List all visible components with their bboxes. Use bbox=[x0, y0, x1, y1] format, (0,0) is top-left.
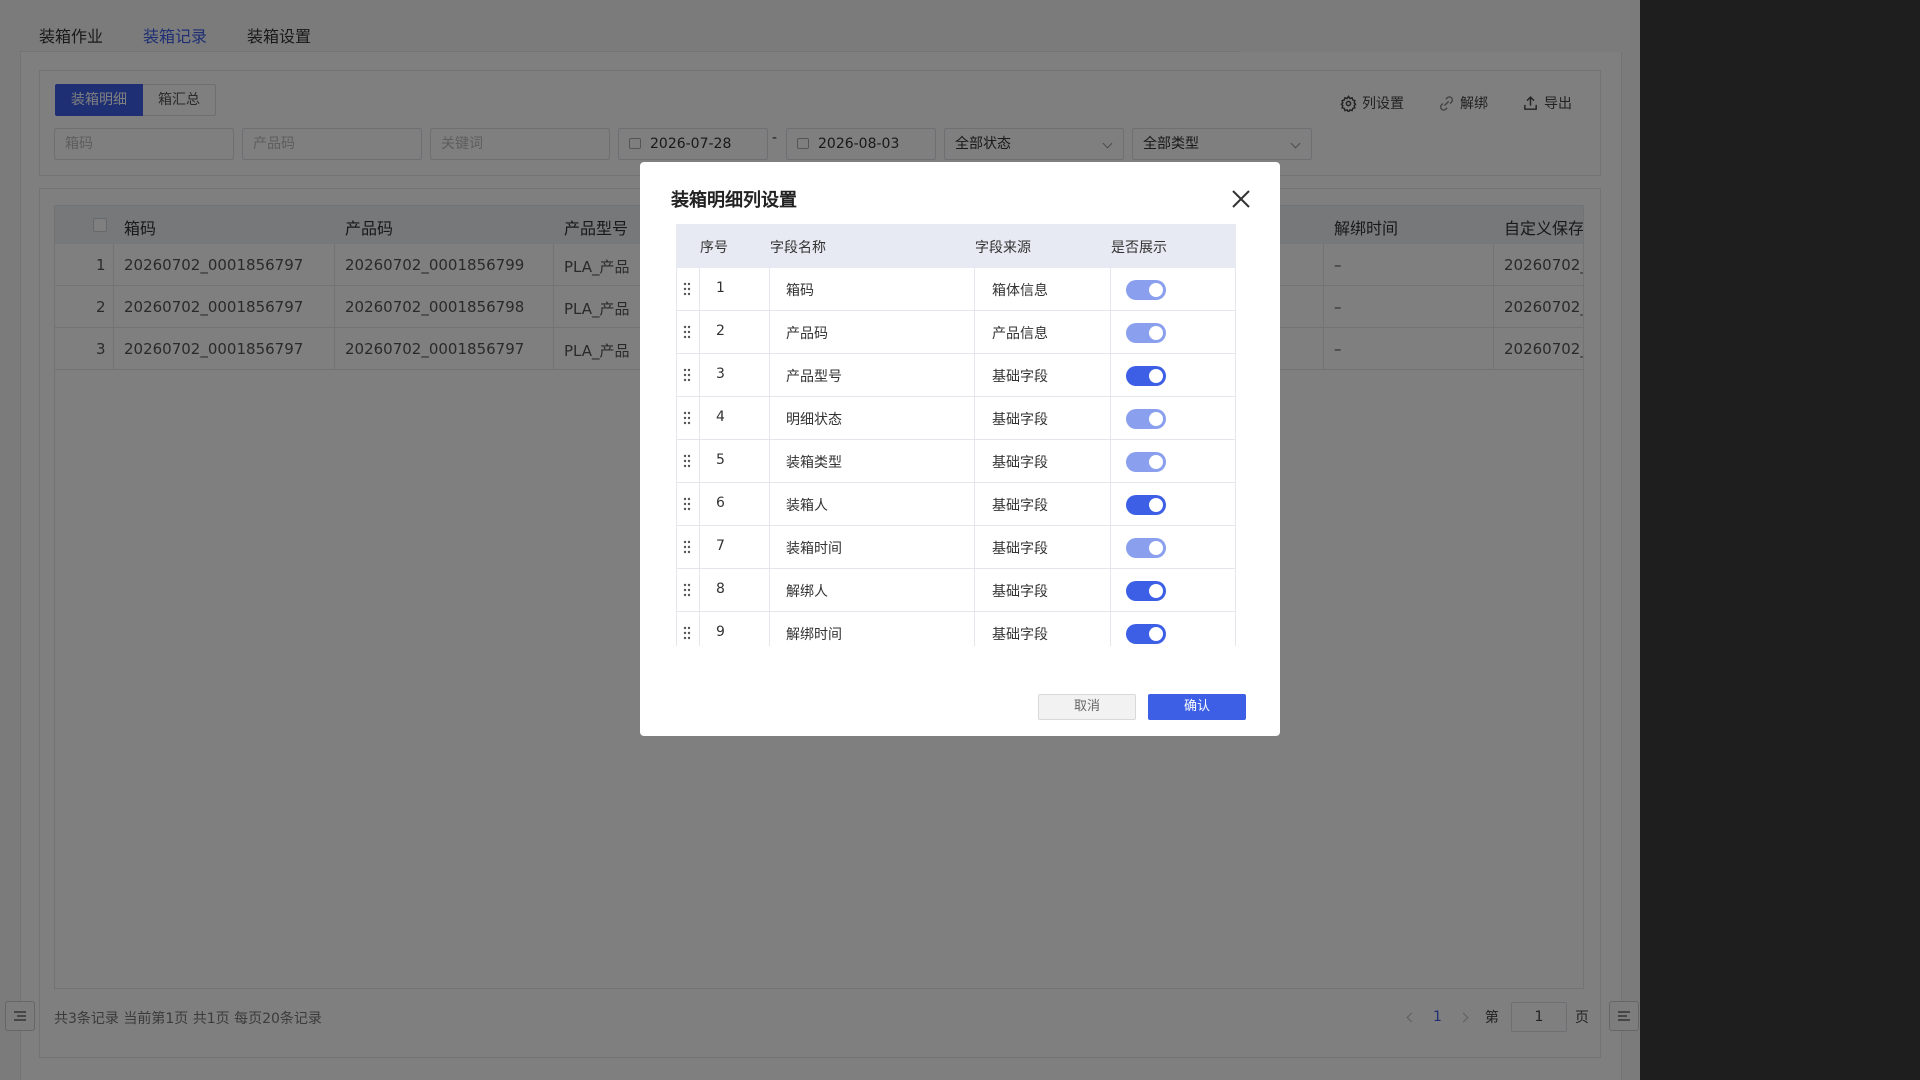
column-settings-table: 序号 字段名称 字段来源 是否展示 1 箱码 箱体信息 2 产品码 产品信息 3 产品型号 基础… bbox=[676, 224, 1236, 646]
show-toggle[interactable] bbox=[1126, 624, 1166, 644]
dialog-title: 装箱明细列设置 bbox=[671, 190, 797, 211]
drag-handle-icon[interactable] bbox=[683, 454, 691, 468]
show-toggle[interactable] bbox=[1126, 452, 1166, 472]
row-field-source: 基础字段 bbox=[992, 541, 1048, 557]
row-index: 9 bbox=[716, 624, 725, 640]
show-toggle[interactable] bbox=[1126, 409, 1166, 429]
row-field-name: 箱码 bbox=[786, 283, 814, 299]
row-index: 1 bbox=[716, 280, 725, 296]
row-field-source: 基础字段 bbox=[992, 455, 1048, 471]
dark-side-area bbox=[1640, 0, 1920, 1080]
show-toggle[interactable] bbox=[1126, 538, 1166, 558]
column-setting-row[interactable]: 6 装箱人 基础字段 bbox=[676, 483, 1236, 526]
show-toggle[interactable] bbox=[1126, 280, 1166, 300]
column-settings-header: 序号 字段名称 字段来源 是否展示 bbox=[676, 224, 1236, 268]
confirm-button[interactable]: 确认 bbox=[1148, 694, 1246, 720]
drag-handle-icon[interactable] bbox=[683, 497, 691, 511]
show-toggle[interactable] bbox=[1126, 495, 1166, 515]
header-show: 是否展示 bbox=[1111, 240, 1167, 256]
drag-handle-icon[interactable] bbox=[683, 325, 691, 339]
drag-handle-icon[interactable] bbox=[683, 368, 691, 382]
header-index: 序号 bbox=[700, 240, 728, 256]
column-setting-row[interactable]: 4 明细状态 基础字段 bbox=[676, 397, 1236, 440]
drag-handle-icon[interactable] bbox=[683, 540, 691, 554]
header-field-source: 字段来源 bbox=[975, 240, 1031, 256]
row-field-name: 装箱人 bbox=[786, 498, 828, 514]
row-index: 2 bbox=[716, 323, 725, 339]
row-field-name: 产品型号 bbox=[786, 369, 842, 385]
show-toggle[interactable] bbox=[1126, 323, 1166, 343]
row-field-source: 基础字段 bbox=[992, 412, 1048, 428]
row-field-name: 装箱类型 bbox=[786, 455, 842, 471]
drag-handle-icon[interactable] bbox=[683, 282, 691, 296]
column-divider bbox=[699, 268, 700, 646]
row-field-source: 基础字段 bbox=[992, 627, 1048, 643]
row-index: 4 bbox=[716, 409, 725, 425]
column-settings-dialog: 装箱明细列设置 序号 字段名称 字段来源 是否展示 1 箱码 箱体信息 2 产品码 产品信… bbox=[640, 162, 1280, 736]
column-setting-row[interactable]: 5 装箱类型 基础字段 bbox=[676, 440, 1236, 483]
drag-handle-icon[interactable] bbox=[683, 411, 691, 425]
column-setting-row[interactable]: 9 解绑时间 基础字段 bbox=[676, 612, 1236, 646]
column-divider bbox=[974, 268, 975, 646]
row-index: 7 bbox=[716, 538, 725, 554]
column-setting-row[interactable]: 8 解绑人 基础字段 bbox=[676, 569, 1236, 612]
show-toggle[interactable] bbox=[1126, 581, 1166, 601]
column-divider bbox=[1110, 268, 1111, 646]
row-field-source: 产品信息 bbox=[992, 326, 1048, 342]
column-setting-row[interactable]: 3 产品型号 基础字段 bbox=[676, 354, 1236, 397]
row-index: 8 bbox=[716, 581, 725, 597]
row-field-name: 产品码 bbox=[786, 326, 828, 342]
row-field-name: 解绑人 bbox=[786, 584, 828, 600]
column-divider bbox=[676, 268, 677, 646]
row-field-name: 明细状态 bbox=[786, 412, 842, 428]
drag-handle-icon[interactable] bbox=[683, 583, 691, 597]
cancel-button[interactable]: 取消 bbox=[1038, 694, 1136, 720]
header-field-name: 字段名称 bbox=[770, 240, 826, 256]
row-field-source: 基础字段 bbox=[992, 584, 1048, 600]
row-field-source: 箱体信息 bbox=[992, 283, 1048, 299]
row-index: 5 bbox=[716, 452, 725, 468]
row-field-name: 解绑时间 bbox=[786, 627, 842, 643]
column-divider bbox=[769, 268, 770, 646]
row-field-source: 基础字段 bbox=[992, 369, 1048, 385]
row-index: 3 bbox=[716, 366, 725, 382]
column-divider bbox=[1235, 268, 1236, 646]
column-setting-row[interactable]: 7 装箱时间 基础字段 bbox=[676, 526, 1236, 569]
column-setting-row[interactable]: 2 产品码 产品信息 bbox=[676, 311, 1236, 354]
row-field-source: 基础字段 bbox=[992, 498, 1048, 514]
show-toggle[interactable] bbox=[1126, 366, 1166, 386]
column-setting-row[interactable]: 1 箱码 箱体信息 bbox=[676, 268, 1236, 311]
close-icon[interactable] bbox=[1230, 188, 1252, 210]
row-field-name: 装箱时间 bbox=[786, 541, 842, 557]
drag-handle-icon[interactable] bbox=[683, 626, 691, 640]
row-index: 6 bbox=[716, 495, 725, 511]
